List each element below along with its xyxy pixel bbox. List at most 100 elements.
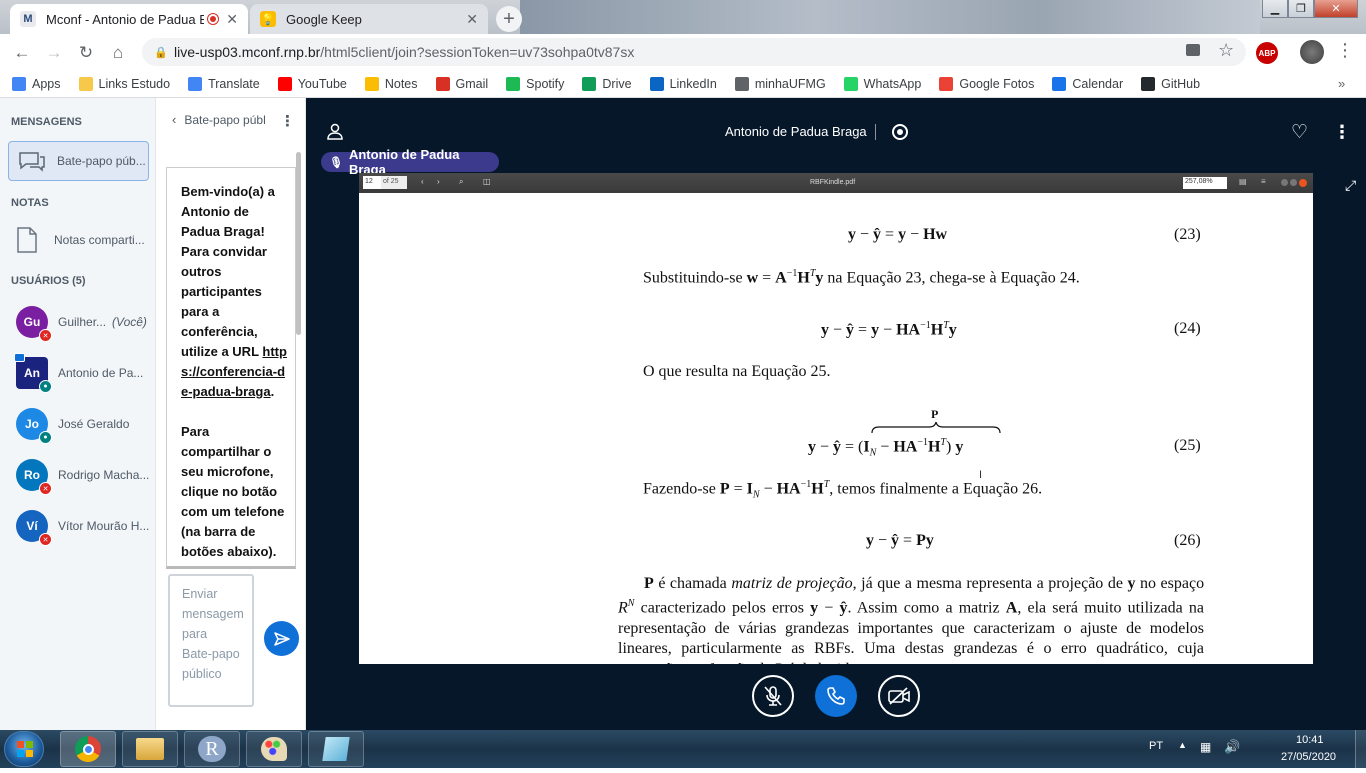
minimize-button[interactable]: ▁ xyxy=(1262,0,1288,18)
avatar-initials: Ro xyxy=(24,468,40,482)
forward-button[interactable]: → xyxy=(43,42,65,64)
maximize-button[interactable]: ❐ xyxy=(1288,0,1314,18)
tab-mconf[interactable]: M Mconf - Antonio de Padua B ✕ xyxy=(10,4,248,34)
new-tab-button[interactable]: + xyxy=(496,6,522,32)
tab-google-keep[interactable]: 💡 Google Keep ✕ xyxy=(250,4,488,34)
bookmark-gmail[interactable]: Gmail xyxy=(435,76,488,91)
bookmark-google-fotos[interactable]: Google Fotos xyxy=(939,76,1035,91)
bookmark-notes[interactable]: Notes xyxy=(364,76,418,91)
fullscreen-icon[interactable]: ⤢ xyxy=(1345,177,1356,194)
address-bar[interactable]: 🔒 live-usp03.mconf.rnp.br/html5client/jo… xyxy=(142,38,1246,66)
send-message-button[interactable] xyxy=(264,621,299,656)
drive-icon xyxy=(582,76,597,91)
pdf-max-icon[interactable] xyxy=(1290,179,1297,186)
chrome-taskbar-button[interactable] xyxy=(60,731,116,767)
chat-icon xyxy=(19,152,45,172)
search-icon[interactable]: ⌕ xyxy=(459,177,463,187)
user-list-toggle-icon[interactable] xyxy=(326,122,344,145)
lock-icon: 🔒 xyxy=(154,47,168,59)
network-icon[interactable]: ▦ xyxy=(1200,740,1211,754)
bookmarks-bar: Apps Links Estudo Translate YouTube Notes Gma… xyxy=(0,70,1366,98)
r-taskbar-button[interactable]: R xyxy=(184,731,240,767)
chevron-left-icon[interactable]: ‹ xyxy=(172,112,176,127)
next-page-icon[interactable]: › xyxy=(437,177,440,186)
reload-button[interactable]: ↻ xyxy=(75,42,97,64)
chat-scrollbar[interactable] xyxy=(296,152,301,335)
bookmark-minhaufmg[interactable]: minhaUFMG xyxy=(734,76,826,91)
camera-icon[interactable] xyxy=(1186,44,1200,56)
adblock-icon[interactable]: ABP xyxy=(1256,42,1278,64)
user-list-item[interactable]: Ro ✕ Rodrigo Macha... xyxy=(16,459,154,495)
sidebar-icon[interactable]: ◫ xyxy=(483,177,491,186)
bookmark-calendar[interactable]: Calendar xyxy=(1052,76,1123,91)
clock-date[interactable]: 27/05/2020 xyxy=(1281,751,1336,763)
apps-icon xyxy=(12,76,26,91)
youtube-icon xyxy=(277,76,292,91)
public-chat-item[interactable]: Bate-papo púb... xyxy=(8,141,149,181)
avatar: Gu ✕ xyxy=(16,306,52,342)
bookmark-youtube[interactable]: YouTube xyxy=(277,76,347,91)
bookmark-translate[interactable]: Translate xyxy=(188,76,260,91)
heart-icon[interactable]: ♡ xyxy=(1291,121,1308,144)
language-indicator[interactable]: PT xyxy=(1149,740,1163,752)
notepad-taskbar-button[interactable] xyxy=(308,731,364,767)
user-name: Vítor Mourão H... xyxy=(58,519,150,533)
user-list-item[interactable]: Ví ✕ Vítor Mourão H... xyxy=(16,510,154,546)
leave-audio-button[interactable] xyxy=(815,675,857,717)
bookmark-linkedin[interactable]: LinkedIn xyxy=(649,76,717,91)
share-webcam-button[interactable] xyxy=(878,675,920,717)
chat-message-input[interactable]: Enviar mensagem para Bate-papo público xyxy=(168,574,254,707)
bookmark-whatsapp[interactable]: WhatsApp xyxy=(843,76,921,91)
options-icon[interactable]: ⋮ xyxy=(1333,122,1351,143)
start-button[interactable] xyxy=(4,731,44,767)
more-bookmarks-icon[interactable]: » xyxy=(1338,76,1345,91)
shared-notes-label: Notas comparti... xyxy=(54,233,145,247)
download-icon[interactable]: ▤ xyxy=(1239,177,1247,186)
whatsapp-icon xyxy=(843,76,858,91)
pdf-min-icon[interactable] xyxy=(1281,179,1288,186)
user-list-item[interactable]: An ● Antonio de Pa... xyxy=(14,353,154,393)
mute-button[interactable] xyxy=(752,675,794,717)
paragraph-projection-matrix: P é chamada matriz de projeção, já que a… xyxy=(618,575,1204,664)
chat-header[interactable]: ‹ Bate-papo públ xyxy=(172,112,266,127)
bookmark-github[interactable]: GitHub xyxy=(1141,76,1200,91)
chrome-icon xyxy=(75,736,101,762)
bookmark-spotify[interactable]: Spotify xyxy=(506,76,564,91)
user-list-item[interactable]: Gu ✕ Guilher... (Você) xyxy=(16,306,154,342)
pdf-close-icon[interactable] xyxy=(1299,179,1307,187)
chat-options-icon[interactable]: ⋮ xyxy=(280,112,295,130)
camera-off-icon xyxy=(888,687,910,705)
close-tab-icon[interactable]: ✕ xyxy=(466,11,478,28)
pdf-menu-icon[interactable]: ≡ xyxy=(1261,177,1266,186)
clock-time[interactable]: 10:41 xyxy=(1296,734,1324,746)
microphone-icon: 🎙 xyxy=(329,156,343,169)
bookmark-star-icon[interactable]: ☆ xyxy=(1218,40,1234,61)
explorer-taskbar-button[interactable] xyxy=(122,731,178,767)
back-button[interactable]: ← xyxy=(11,42,33,64)
close-tab-icon[interactable]: ✕ xyxy=(226,11,238,28)
close-window-button[interactable]: ✕ xyxy=(1314,0,1358,18)
volume-icon[interactable]: 🔊 xyxy=(1224,739,1240,755)
home-button[interactable]: ⌂ xyxy=(107,42,129,64)
bookmark-label: Google Fotos xyxy=(959,76,1035,91)
zoom-select[interactable]: 257,08% xyxy=(1183,177,1227,189)
show-desktop-button[interactable] xyxy=(1355,730,1366,768)
shared-notes-item[interactable]: Notas comparti... xyxy=(16,226,145,254)
menu-icon[interactable]: ⋮ xyxy=(1336,40,1354,61)
shared-document[interactable]: 12 of 25 ‹ › ⌕ ◫ RBFKindle.pdf 257,08% ▤… xyxy=(359,173,1313,664)
bookmark-apps[interactable]: Apps xyxy=(12,76,61,91)
microphone-help-text: Para compartilhar o seu microfone, cliqu… xyxy=(181,424,285,559)
profile-avatar[interactable] xyxy=(1300,40,1324,64)
avatar-initials: Jo xyxy=(24,417,39,431)
overbrace-label: P xyxy=(931,407,939,421)
user-name: Antonio de Pa... xyxy=(58,366,144,380)
page-number-field[interactable]: 12 xyxy=(363,176,381,189)
recording-indicator-icon[interactable] xyxy=(892,124,908,140)
show-hidden-icons[interactable]: ▲ xyxy=(1178,740,1187,750)
user-list-item[interactable]: Jo ● José Geraldo xyxy=(16,408,154,444)
bookmark-label: LinkedIn xyxy=(669,76,717,91)
prev-page-icon[interactable]: ‹ xyxy=(421,177,424,186)
bookmark-drive[interactable]: Drive xyxy=(582,76,632,91)
paint-taskbar-button[interactable] xyxy=(246,731,302,767)
bookmark-links-estudo[interactable]: Links Estudo xyxy=(78,76,170,91)
